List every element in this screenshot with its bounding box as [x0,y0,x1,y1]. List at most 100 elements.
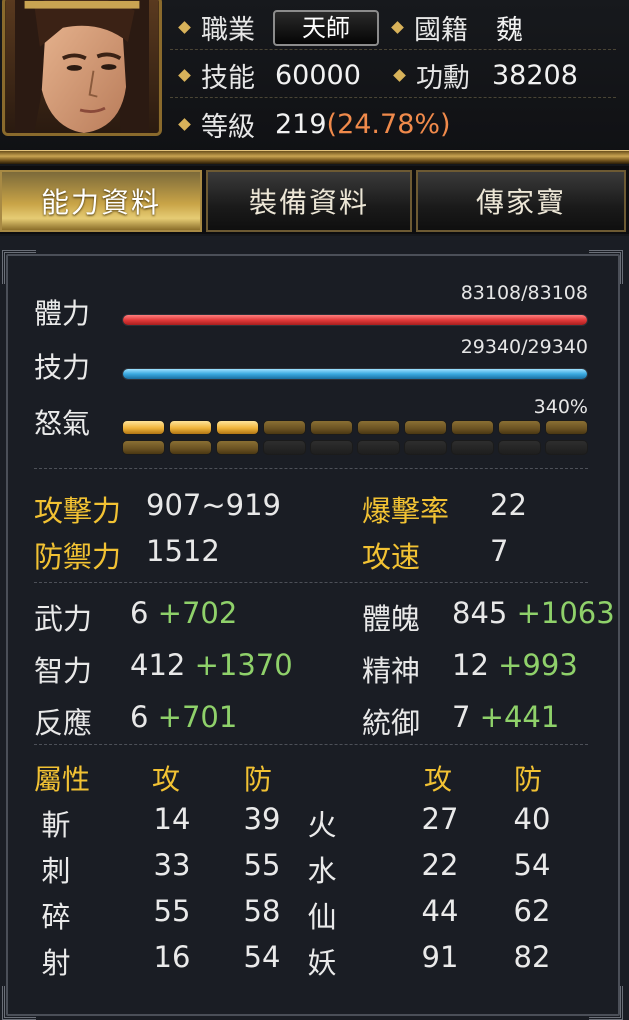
element-name: 刺 [41,854,71,888]
nation-value: 魏 [496,15,523,46]
merit-value: 38208 [492,60,578,91]
speed-label: 攻速 [362,540,421,574]
element-def-header: 防 [244,763,273,796]
rage-segment [451,420,494,435]
job-label: 職業 [201,15,255,46]
str-base: 6 [130,596,149,630]
str-label: 武力 [34,602,93,636]
element-atk-header-2: 攻 [424,763,453,796]
ref-label: 反應 [34,706,93,740]
element-name: 仙 [307,900,337,934]
tab-bar: 能力資料 裝備資料 傳家寶 [0,166,629,234]
rage-segment [122,420,165,435]
section-divider [34,468,588,469]
element-name: 火 [307,808,337,842]
rage-segment [498,440,541,455]
element-attack-value: 14 [153,802,191,836]
element-attack-value: 16 [153,940,191,974]
element-defense-value: 55 [243,848,281,882]
section-divider [34,744,588,745]
rage-segment [263,440,306,455]
corner-ornament [589,986,623,1020]
tab-ability[interactable]: 能力資料 [0,170,202,232]
rage-segment [169,440,212,455]
rage-segment [263,420,306,435]
ability-panel: 體力 83108/83108 技力 29340/29340 怒氣 340% 攻擊… [0,236,629,1020]
defense-value: 1512 [146,534,220,568]
int-value: 412 +1370 [130,648,293,682]
con-bonus: +1063 [516,596,615,630]
rage-segment [122,440,165,455]
element-name: 射 [41,946,71,980]
element-defense-value: 62 [513,894,551,928]
merit-label: 功勳 [416,63,470,94]
crit-value: 22 [490,488,527,522]
defense-label: 防禦力 [34,540,122,574]
element-defense-value: 58 [243,894,281,928]
element-attack-value: 33 [153,848,191,882]
int-bonus: +1370 [194,648,293,682]
level-label: 等級 [201,111,255,143]
tab-equipment[interactable]: 裝備資料 [206,170,412,232]
rage-segment [310,440,353,455]
str-value: 6 +702 [130,596,237,630]
portrait-image [5,0,159,133]
element-atk-header: 攻 [152,763,181,796]
element-attack-value: 22 [421,848,459,882]
job-badge: 天師 [273,9,379,46]
element-attack-value: 44 [421,894,459,928]
element-defense-value: 82 [513,940,551,974]
element-defense-value: 40 [513,802,551,836]
spi-base: 12 [452,648,489,682]
header-divider [0,150,629,164]
element-def-header-2: 防 [514,763,543,796]
cmd-label: 統御 [362,706,421,740]
element-defense-value: 54 [243,940,281,974]
mp-value: 29340/29340 [460,336,588,358]
character-portrait[interactable] [2,0,162,136]
element-name: 碎 [41,900,71,934]
hp-bar-fill [123,315,587,325]
skill-label: 技能 [201,63,255,94]
level-percent: (24.78%) [326,108,451,140]
diamond-bullet-icon [178,117,191,131]
rage-segment [216,420,259,435]
ref-value: 6 +701 [130,700,237,734]
cmd-value: 7 +441 [452,700,559,734]
skill-merit-row: 技能 60000 功勳 38208 [170,54,616,98]
mp-bar-fill [123,369,587,379]
spi-label: 精神 [362,654,421,688]
character-header: 職業 天師 國籍 魏 技能 60000 功勳 38208 等級 219 (24.… [0,0,629,155]
rage-segment [357,440,400,455]
rage-segment [498,420,541,435]
rage-segment [357,420,400,435]
crit-label: 爆擊率 [362,494,450,528]
diamond-bullet-icon [391,21,404,34]
rage-bar-row-1 [122,420,588,435]
tab-heirloom[interactable]: 傳家寶 [416,170,626,232]
level-value: 219 [275,108,327,140]
mp-bar [122,368,588,380]
rage-segment [216,440,259,455]
rage-label: 怒氣 [34,407,91,440]
diamond-bullet-icon [393,69,406,82]
rage-segment [451,440,494,455]
int-label: 智力 [34,654,93,688]
nation-label: 國籍 [414,15,468,46]
element-defense-value: 39 [243,802,281,836]
rage-segment [404,440,447,455]
spi-value: 12 +993 [452,648,578,682]
ref-base: 6 [130,700,149,734]
diamond-bullet-icon [178,69,191,82]
corner-ornament [2,250,36,284]
rage-segment [404,420,447,435]
attack-label: 攻擊力 [34,494,122,528]
attack-value: 907~919 [146,488,282,522]
int-base: 412 [130,648,186,682]
ref-bonus: +701 [157,700,238,734]
level-row: 等級 219 (24.78%) [170,102,616,146]
rage-bar-row-2 [122,440,588,455]
corner-ornament [589,250,623,284]
skill-value: 60000 [275,60,361,91]
element-attack-value: 91 [421,940,459,974]
